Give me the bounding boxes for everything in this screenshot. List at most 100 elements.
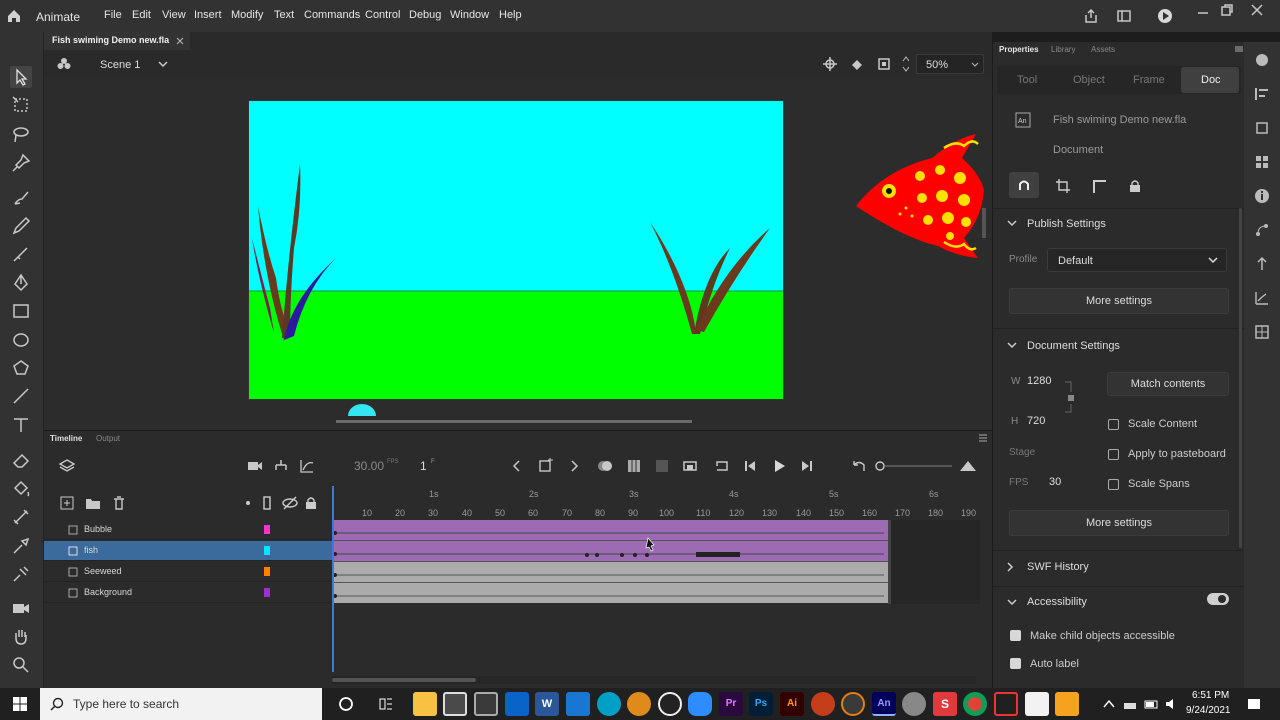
notification-icon[interactable] (1246, 696, 1262, 712)
crop-icon[interactable] (1055, 178, 1071, 194)
publish-settings-title[interactable]: Publish Settings (1027, 218, 1106, 230)
tab-properties[interactable]: Properties (999, 45, 1039, 54)
layer-color[interactable] (264, 567, 270, 576)
menu-debug[interactable]: Debug (409, 9, 441, 21)
more-settings-button[interactable]: More settings (1009, 288, 1229, 314)
selection-tool-icon[interactable] (10, 66, 32, 88)
share-icon[interactable] (1083, 8, 1099, 24)
store-icon[interactable] (443, 692, 467, 716)
layer-color[interactable] (264, 525, 270, 534)
zoom-stepper-icon[interactable] (901, 54, 911, 74)
document-tab[interactable]: Fish swiming Demo new.fla (44, 32, 190, 50)
animate-app-icon[interactable]: An (872, 692, 896, 716)
menu-help[interactable]: Help (499, 9, 522, 21)
components-icon[interactable] (1254, 256, 1270, 272)
play-icon[interactable] (770, 457, 788, 475)
camera-icon[interactable] (246, 457, 264, 475)
clock-time[interactable]: 6:51 PM (1192, 690, 1229, 701)
new-layer-icon[interactable] (58, 494, 76, 512)
width-value[interactable]: 1280 (1027, 375, 1051, 387)
tab-object[interactable]: Object (1073, 74, 1105, 86)
motion-presets-icon[interactable] (1254, 222, 1270, 238)
menu-edit[interactable]: Edit (132, 9, 151, 21)
timeline-zoom-slider[interactable] (872, 457, 962, 475)
menu-modify[interactable]: Modify (231, 9, 263, 21)
camera-tool-icon[interactable] (10, 597, 32, 619)
chevron-down-icon[interactable] (1007, 599, 1017, 607)
layer-row[interactable]: fish (44, 541, 332, 561)
apply-pasteboard-checkbox[interactable] (1108, 449, 1119, 460)
link-dimensions-icon[interactable] (1063, 380, 1079, 414)
color-swatches-icon[interactable] (1254, 154, 1270, 170)
restore-icon[interactable] (1220, 3, 1234, 17)
premiere-icon[interactable]: Pr (719, 692, 743, 716)
tab-library[interactable]: Library (1051, 45, 1075, 54)
panel-menu-icon[interactable] (1235, 46, 1243, 52)
lock-icon[interactable] (1127, 178, 1143, 194)
chevron-up-icon[interactable] (1102, 698, 1116, 710)
task-view-icon[interactable] (378, 696, 394, 712)
undo-icon[interactable] (850, 457, 868, 475)
panel-menu-icon[interactable] (978, 434, 988, 442)
visibility-icon[interactable] (281, 495, 299, 511)
free-transform-icon[interactable] (10, 94, 32, 116)
file-explorer-icon[interactable] (413, 692, 437, 716)
clock-date[interactable]: 9/24/2021 (1186, 705, 1231, 716)
tab-timeline[interactable]: Timeline (50, 434, 82, 443)
pencil-icon[interactable] (10, 215, 32, 237)
photos-icon[interactable] (566, 692, 590, 716)
frame-icon[interactable] (681, 457, 699, 475)
onion-skin-icon[interactable] (596, 457, 614, 475)
auto-label-checkbox[interactable] (1010, 658, 1021, 669)
pin-tool-icon[interactable] (10, 152, 32, 174)
oval-tool-icon[interactable] (10, 329, 32, 351)
pen-tool-icon[interactable] (10, 272, 32, 294)
stage-canvas[interactable] (44, 78, 992, 430)
menu-insert[interactable]: Insert (194, 9, 222, 21)
brush-icon[interactable] (10, 243, 32, 265)
pen-app-icon[interactable] (994, 692, 1018, 716)
chevron-down-icon[interactable] (1007, 342, 1017, 350)
doc-more-settings-button[interactable]: More settings (1009, 510, 1229, 536)
windows-start-icon[interactable] (12, 696, 28, 712)
accessibility-title[interactable]: Accessibility (1027, 596, 1087, 608)
cc-libraries-icon[interactable] (1254, 52, 1270, 68)
make-child-checkbox[interactable] (1010, 630, 1021, 641)
delete-icon[interactable] (110, 494, 128, 512)
prev-keyframe-icon[interactable] (509, 458, 525, 474)
align-icon[interactable] (1254, 86, 1270, 102)
layers-icon[interactable] (58, 457, 76, 475)
edit-multiple-icon[interactable] (625, 457, 643, 475)
layer-row[interactable]: Background (44, 583, 332, 603)
battery-icon[interactable] (1144, 696, 1160, 712)
tab-output[interactable]: Output (96, 434, 120, 443)
text-tool-icon[interactable] (10, 414, 32, 436)
blender-icon[interactable] (841, 692, 865, 716)
line-tool-icon[interactable] (10, 385, 32, 407)
layer-color[interactable] (264, 546, 270, 555)
transform-icon[interactable] (1254, 120, 1270, 136)
polystar-tool-icon[interactable] (10, 357, 32, 379)
zoom-app-icon[interactable] (688, 692, 712, 716)
powerpoint-icon[interactable] (811, 692, 835, 716)
eraser-tool-icon[interactable] (10, 449, 32, 471)
tween-icon[interactable] (653, 457, 671, 475)
mountain-icon[interactable] (958, 457, 978, 475)
taskbar-search[interactable]: Type here to search (40, 688, 322, 720)
layer-color[interactable] (264, 588, 270, 597)
timeline-scrollbar[interactable] (332, 676, 976, 684)
graph-icon[interactable] (298, 457, 316, 475)
tab-doc[interactable]: Doc (1181, 67, 1239, 93)
lock-icon[interactable] (304, 495, 318, 511)
network-icon[interactable] (1122, 696, 1138, 712)
document-settings-title[interactable]: Document Settings (1027, 340, 1120, 352)
home-icon[interactable] (6, 8, 22, 24)
chevron-down-icon[interactable] (1007, 220, 1017, 228)
menu-file[interactable]: File (104, 9, 122, 21)
zoom-tool-icon[interactable] (10, 654, 32, 676)
layer-parent-icon[interactable] (272, 457, 290, 475)
app-icon[interactable] (902, 692, 926, 716)
loop-icon[interactable] (713, 457, 731, 475)
properties-scrollbar[interactable] (1239, 208, 1242, 548)
layer-row[interactable]: Seeweed (44, 562, 332, 582)
